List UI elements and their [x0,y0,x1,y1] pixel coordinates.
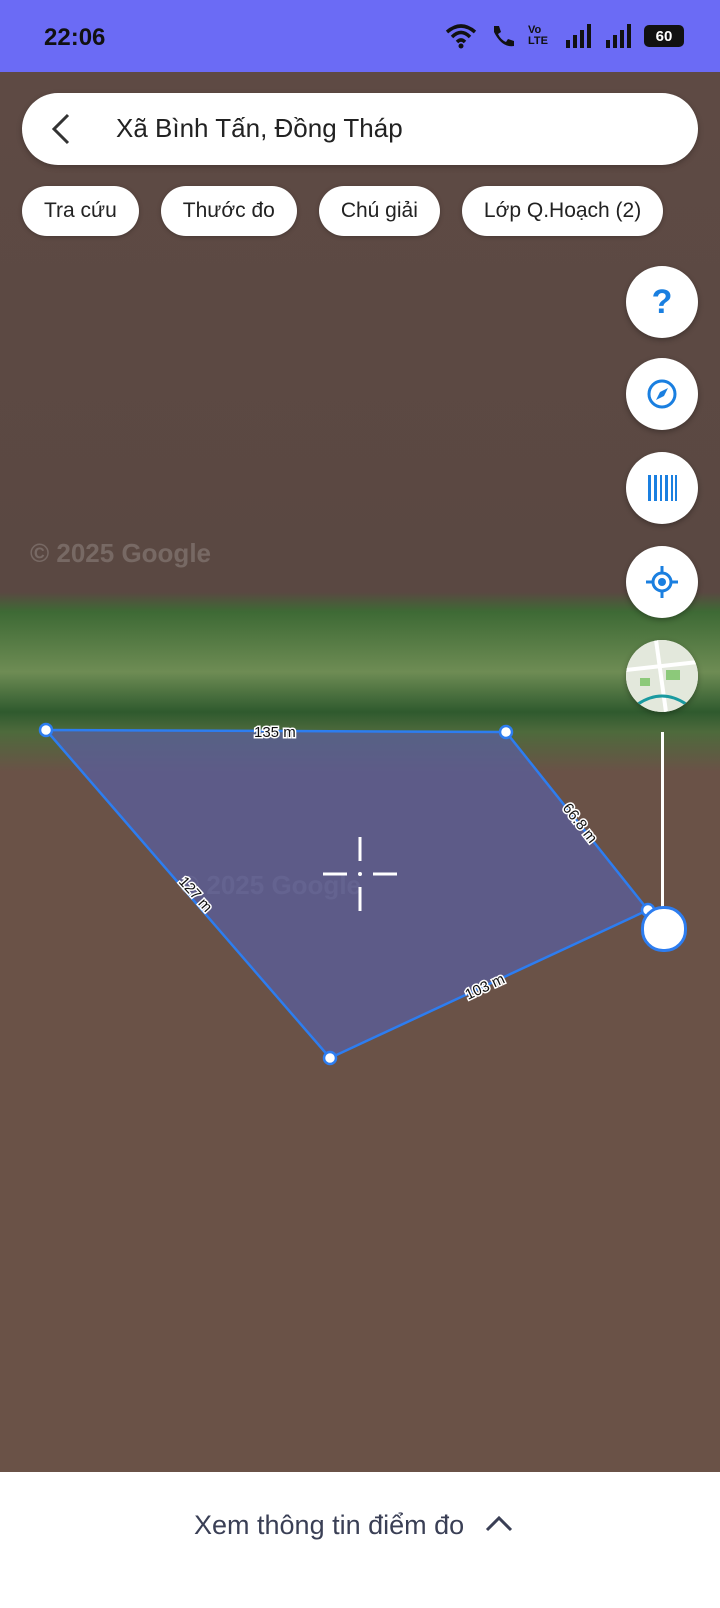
rotation-slider-track [661,732,664,932]
measured-area [43,728,650,1060]
chip-lop-quy-hoach[interactable]: Lớp Q.Hoạch (2) [461,186,664,236]
view-measure-info-label[interactable]: Xem thông tin điểm đo [194,1510,464,1541]
chip-row: Tra cứu Thước đo Chú giải Lớp Q.Hoạch (2… [22,186,664,236]
vertex-point[interactable] [38,722,54,738]
chip-thuoc-do[interactable]: Thước đo [160,186,297,236]
map-thumbnail-icon [626,640,698,712]
edge-length-label: 135 m [254,724,296,741]
compass-icon [647,379,677,409]
my-location-icon [646,566,678,598]
location-title: Xã Bình Tấn, Đồng Tháp [116,113,403,143]
vertex-point[interactable] [322,1050,338,1066]
bottom-panel[interactable]: Xem thông tin điểm đo [0,1472,720,1608]
search-bar[interactable]: Xã Bình Tấn, Đồng Tháp [22,93,698,165]
back-arrow-icon[interactable] [46,111,82,147]
help-icon: ? [651,282,673,321]
barcode-button[interactable] [626,452,698,524]
chip-chu-giai[interactable]: Chú giải [318,186,440,236]
help-button[interactable]: ? [626,266,698,338]
my-location-button[interactable] [626,546,698,618]
compass-button[interactable] [626,358,698,430]
rotation-slider-handle[interactable] [641,906,687,952]
barcode-icon [648,475,677,501]
chevron-up-icon[interactable] [483,1508,515,1540]
chip-tra-cuu[interactable]: Tra cứu [22,186,139,236]
vertex-point[interactable] [498,724,514,740]
map-type-thumbnail[interactable] [626,640,698,712]
